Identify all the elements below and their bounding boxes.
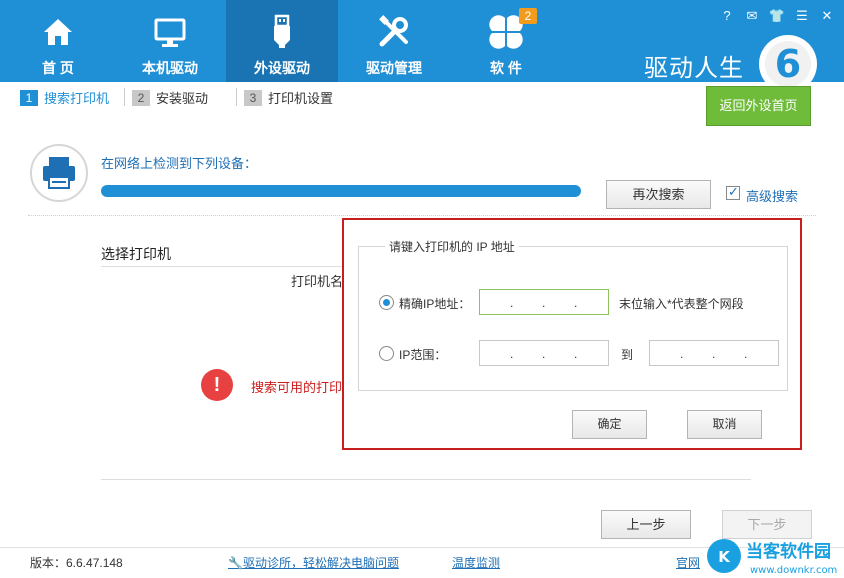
back-to-peripheral-home-button[interactable]: 返回外设首页: [706, 86, 811, 126]
temperature-monitor-link[interactable]: 温度监测: [452, 554, 500, 571]
divider: [28, 215, 816, 216]
step-1-label: 搜索打印机: [44, 91, 110, 106]
usb-icon: [274, 14, 290, 48]
nav-driver-manage[interactable]: 驱动管理: [338, 0, 450, 82]
nav-local-driver-label: 本机驱动: [142, 60, 198, 76]
search-progress-bar: [101, 185, 581, 197]
choose-printer-label: 选择打印机: [101, 246, 171, 262]
search-again-button[interactable]: 再次搜索: [606, 180, 711, 209]
svg-text:6: 6: [775, 42, 801, 86]
message-icon[interactable]: ✉: [743, 8, 761, 24]
help-icon[interactable]: ?: [718, 8, 736, 24]
ip-range-radio[interactable]: [379, 346, 394, 361]
top-bar: 首 页 本机驱动 外设驱动 驱动管理 软 件 2 ? ✉ 👕 ☰ ✕ 驱动人生 …: [0, 0, 844, 93]
ip-address-group: 请键入打印机的 IP 地址 精确IP地址： ... 末位输入*代表整个网段 IP…: [358, 238, 788, 391]
exact-ip-label: 精确IP地址：: [399, 297, 471, 311]
menu-icon[interactable]: ☰: [793, 8, 811, 24]
tools-icon: [379, 15, 408, 47]
wrench-icon: 🔧: [228, 556, 243, 570]
software-update-badge: 2: [519, 8, 537, 24]
error-message: 搜索可用的打印机: [251, 380, 356, 395]
advanced-search-checkbox[interactable]: [726, 184, 740, 200]
divider: [101, 479, 751, 480]
ip-address-dialog: 请键入打印机的 IP 地址 精确IP地址： ... 末位输入*代表整个网段 IP…: [342, 218, 802, 450]
cancel-button[interactable]: 取消: [687, 410, 762, 439]
error-icon: !: [201, 369, 233, 401]
printer-icon: [43, 157, 75, 189]
step-search-printer: 1 搜索打印机: [20, 88, 109, 106]
ip-group-title: 请键入打印机的 IP 地址: [385, 238, 519, 255]
ip-range-to-label: 到: [621, 348, 634, 362]
watermark-logo: K 当客软件园 www.downkr.com: [707, 539, 837, 576]
step-2-number: 2: [132, 89, 150, 106]
step-divider: [124, 88, 125, 106]
brand-name: 驱动人生: [644, 55, 744, 82]
nav-driver-manage-label: 驱动管理: [366, 60, 422, 76]
exact-ip-input[interactable]: ...: [479, 289, 609, 315]
advanced-search-label[interactable]: 高级搜索: [746, 186, 798, 205]
printer-avatar: [30, 144, 88, 202]
divider: [101, 266, 351, 267]
nav-peripheral-driver[interactable]: 外设驱动: [226, 0, 338, 82]
nav-home[interactable]: 首 页: [2, 0, 114, 82]
exact-ip-hint: 末位输入*代表整个网段: [619, 297, 744, 311]
nav-home-label: 首 页: [42, 60, 74, 76]
ip-range-end-input[interactable]: ...: [649, 340, 779, 366]
ip-range-label: IP范围：: [399, 348, 447, 362]
step-3-label: 打印机设置: [268, 91, 334, 106]
nav-peripheral-driver-label: 外设驱动: [254, 60, 310, 76]
exact-ip-radio[interactable]: [379, 295, 394, 310]
confirm-button[interactable]: 确定: [572, 410, 647, 439]
version-text: 版本：6.6.47.148: [30, 556, 123, 570]
detect-title: 在网络上检测到下列设备：: [101, 156, 258, 171]
step-3-number: 3: [244, 89, 262, 106]
ip-range-start-input[interactable]: ...: [479, 340, 609, 366]
home-icon: [44, 19, 72, 45]
step-2-label: 安装驱动: [156, 91, 209, 106]
step-divider: [236, 88, 237, 106]
close-icon[interactable]: ✕: [818, 8, 836, 24]
nav-software[interactable]: 软 件: [450, 0, 562, 82]
skin-icon[interactable]: 👕: [768, 8, 786, 24]
nav-software-label: 软 件: [490, 60, 522, 76]
svg-text:K: K: [718, 548, 731, 566]
step-1-number: 1: [20, 89, 38, 106]
official-site-link[interactable]: 官网: [676, 554, 700, 571]
driver-clinic-link[interactable]: 🔧驱动诊所，轻松解决电脑问题: [228, 554, 399, 571]
monitor-icon: [154, 18, 186, 47]
svg-text:www.downkr.com: www.downkr.com: [750, 565, 837, 576]
svg-text:当客软件园: 当客软件园: [746, 541, 831, 562]
driver-clinic-label: 驱动诊所，轻松解决电脑问题: [242, 556, 399, 570]
step-printer-settings: 3 打印机设置: [244, 88, 333, 106]
step-install-driver: 2 安装驱动: [132, 88, 208, 106]
window-controls: ? ✉ 👕 ☰ ✕: [711, 8, 836, 24]
printer-name-column-header: 打印机名: [291, 274, 344, 289]
nav-local-driver[interactable]: 本机驱动: [114, 0, 226, 82]
prev-step-button[interactable]: 上一步: [601, 510, 691, 539]
